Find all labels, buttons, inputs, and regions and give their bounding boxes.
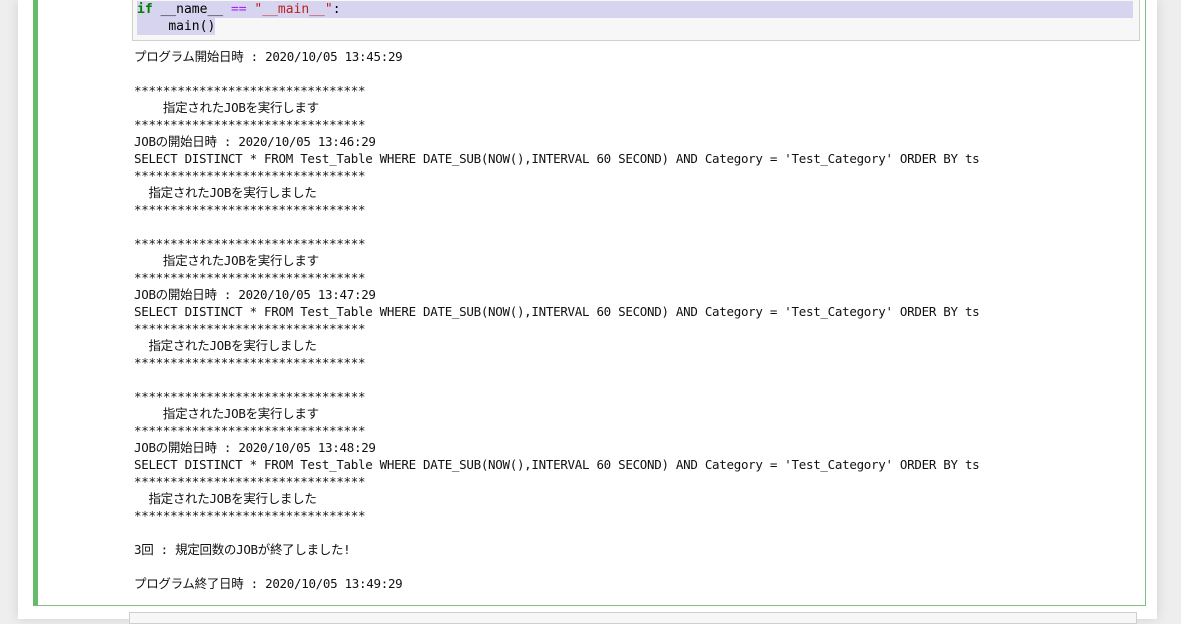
- code-cell-selected[interactable]: if __name__ == "__main__": main() プログラム開…: [33, 0, 1146, 606]
- output-line: JOBの開始日時 : 2020/10/05 13:48:29: [134, 440, 376, 455]
- output-line: ********************************: [134, 355, 366, 370]
- output-line: SELECT DISTINCT * FROM Test_Table WHERE …: [134, 151, 980, 166]
- output-line: 3回 : 規定回数のJOBが終了しました!: [134, 542, 351, 557]
- output-line: JOBの開始日時 : 2020/10/05 13:46:29: [134, 134, 376, 149]
- code-input-area[interactable]: if __name__ == "__main__": main(): [132, 0, 1140, 41]
- output-line: 指定されたJOBを実行しました: [134, 491, 317, 506]
- output-line: SELECT DISTINCT * FROM Test_Table WHERE …: [134, 457, 980, 472]
- output-line: SELECT DISTINCT * FROM Test_Table WHERE …: [134, 304, 980, 319]
- output-line: ********************************: [134, 474, 366, 489]
- output-line: ********************************: [134, 321, 366, 336]
- output-line: ********************************: [134, 423, 366, 438]
- main-call: main(): [168, 19, 216, 34]
- keyword-if: if: [137, 2, 153, 17]
- output-line: ********************************: [134, 202, 366, 217]
- output-line: プログラム開始日時 : 2020/10/05 13:45:29: [134, 49, 403, 64]
- code-line: main(): [137, 18, 216, 35]
- output-line: 指定されたJOBを実行しました: [134, 338, 317, 353]
- cell-output-area: プログラム開始日時 : 2020/10/05 13:45:29 *********…: [134, 48, 1134, 592]
- code-line: if __name__ == "__main__":: [137, 1, 1133, 18]
- notebook-container: if __name__ == "__main__": main() プログラム開…: [18, 0, 1157, 624]
- output-line: ********************************: [134, 389, 366, 404]
- output-line: ********************************: [134, 236, 366, 251]
- output-line: 指定されたJOBを実行しました: [134, 185, 317, 200]
- name-variable: __name__: [160, 2, 224, 17]
- output-line: ********************************: [134, 270, 366, 285]
- output-line: 指定されたJOBを実行します: [134, 253, 319, 268]
- operator: ==: [230, 2, 247, 17]
- output-line: ********************************: [134, 117, 366, 132]
- output-line: ********************************: [134, 83, 366, 98]
- output-line: 指定されたJOBを実行します: [134, 100, 319, 115]
- next-code-cell[interactable]: [129, 612, 1137, 624]
- output-line: 指定されたJOBを実行します: [134, 406, 319, 421]
- output-line: JOBの開始日時 : 2020/10/05 13:47:29: [134, 287, 376, 302]
- output-line: プログラム終了日時 : 2020/10/05 13:49:29: [134, 576, 403, 591]
- output-line: ********************************: [134, 168, 366, 183]
- string-literal: "__main__": [254, 2, 333, 17]
- colon: :: [332, 2, 341, 17]
- output-line: ********************************: [134, 508, 366, 523]
